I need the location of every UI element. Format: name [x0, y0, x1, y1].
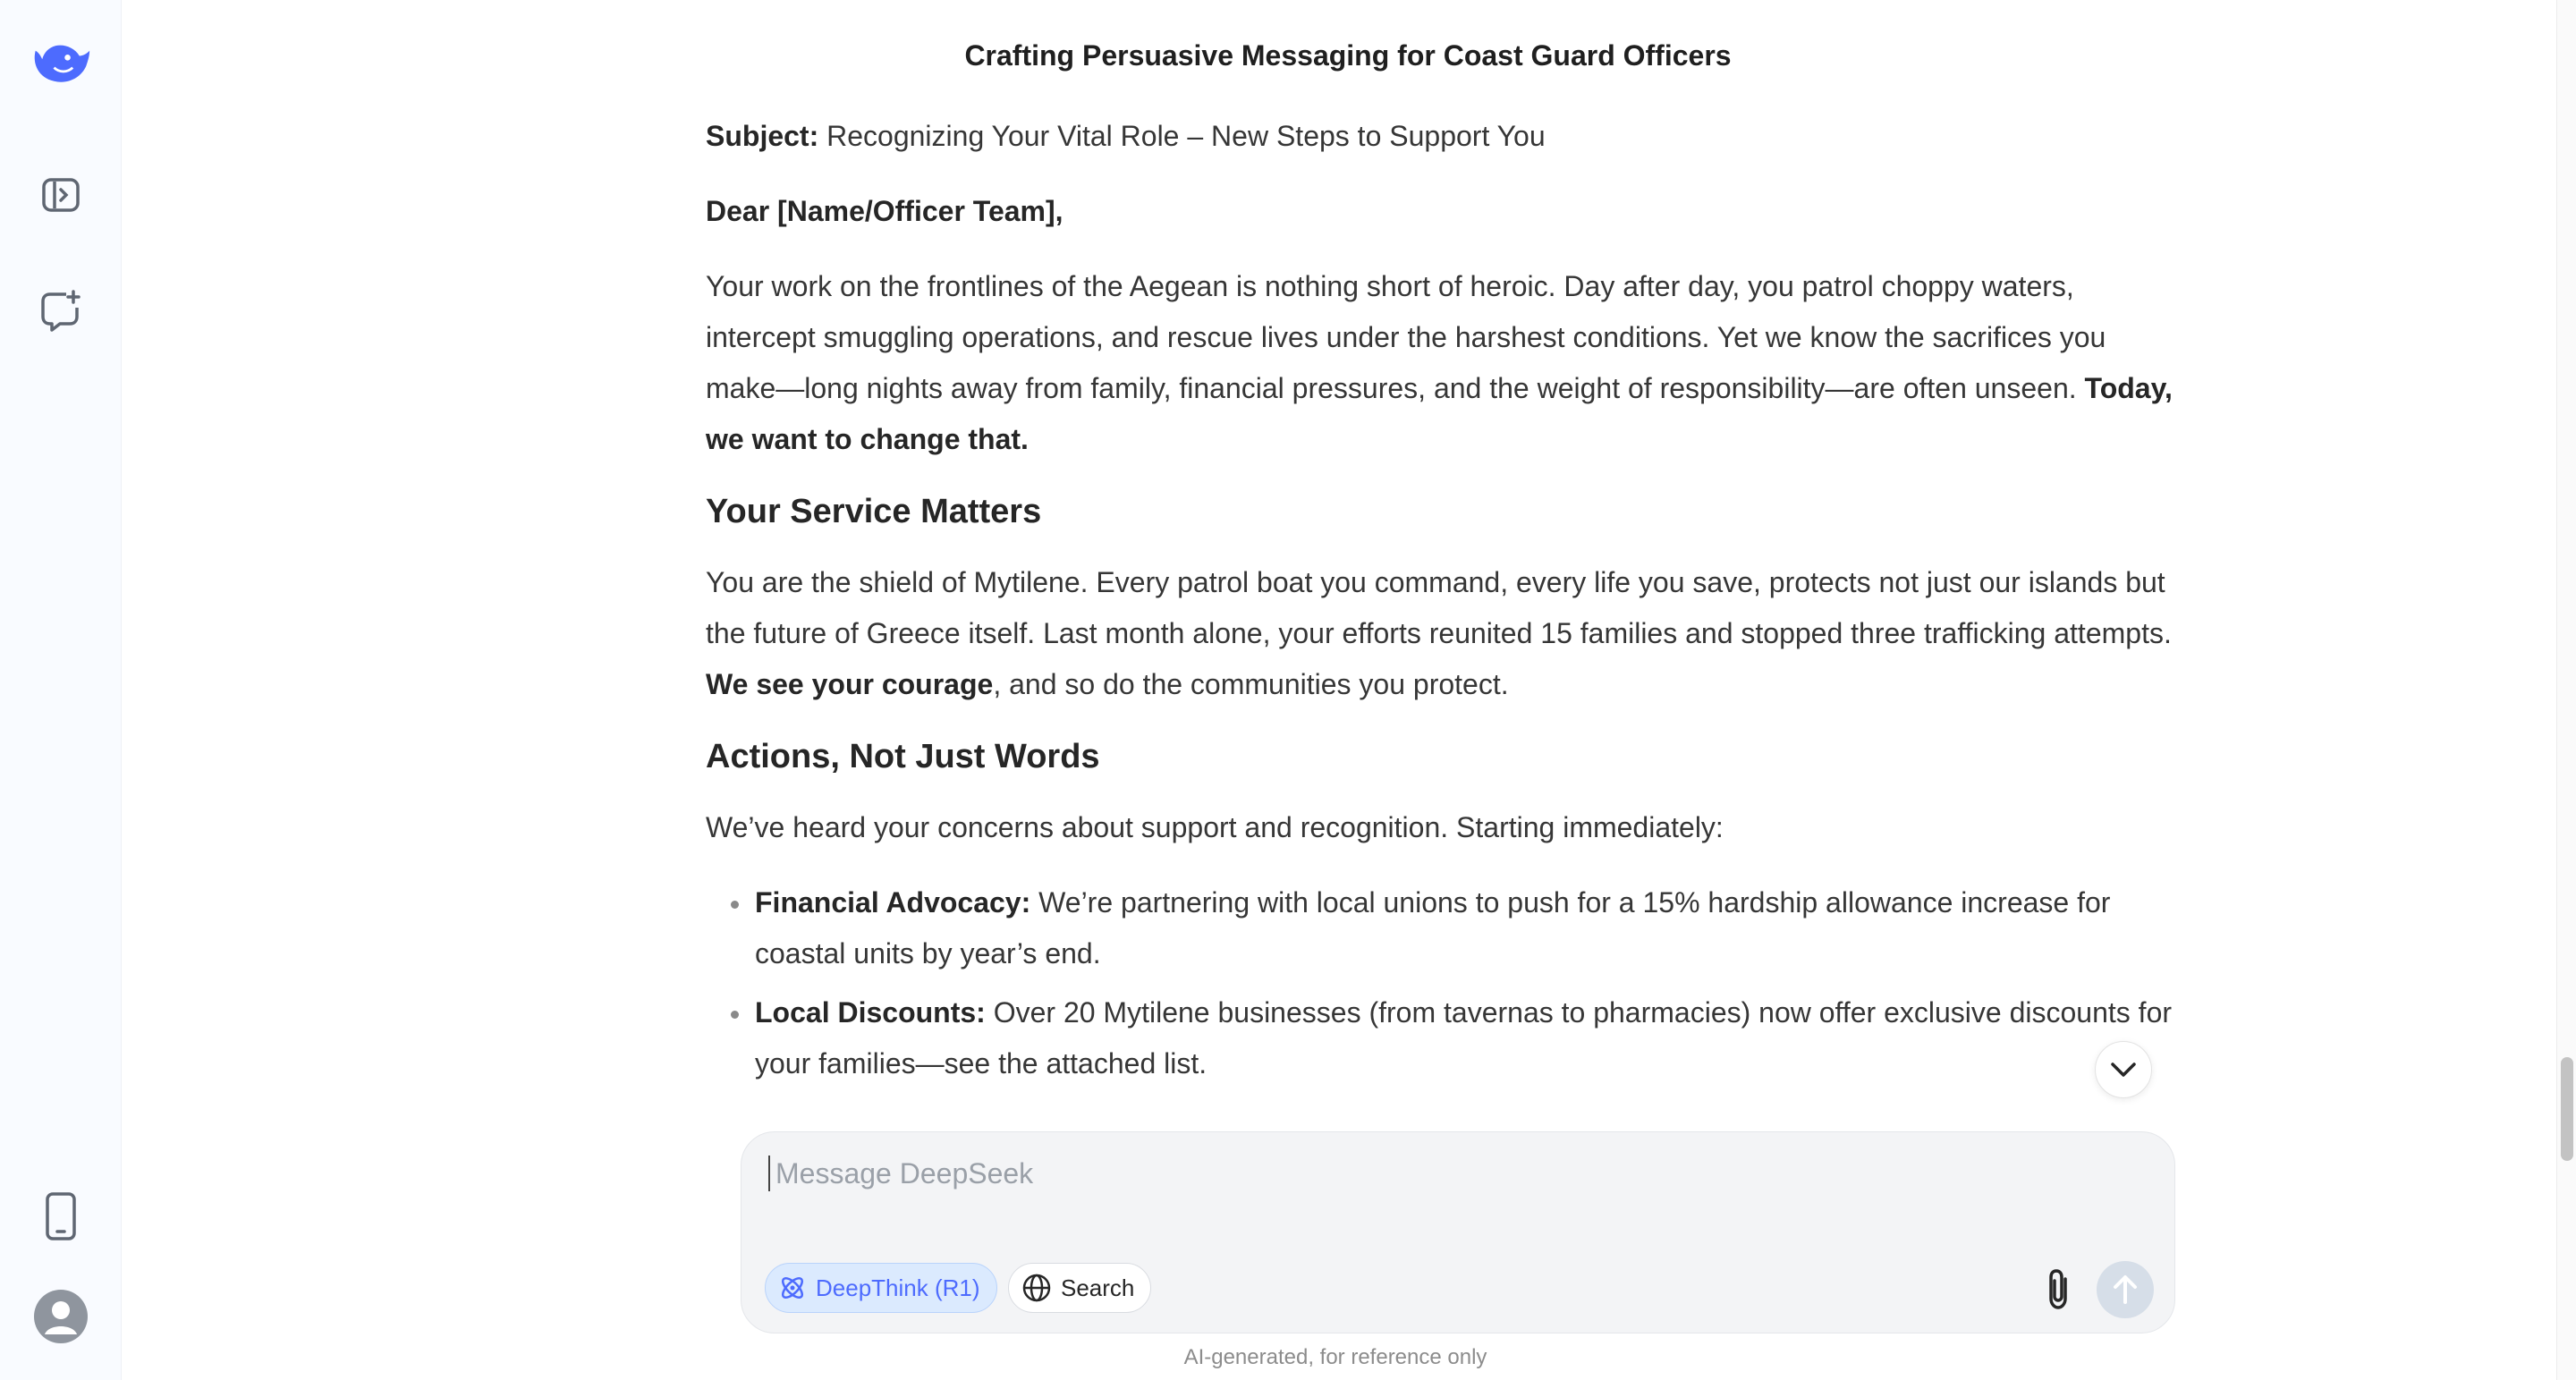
service-bold: We see your courage [706, 668, 994, 700]
ai-disclaimer: AI-generated, for reference only [1183, 1345, 1487, 1369]
list-item: Financial Advocacy: We’re partnering wit… [731, 877, 2173, 979]
new-chat-icon[interactable] [30, 281, 91, 342]
deepthink-toggle-button[interactable]: DeepThink (R1) [765, 1263, 997, 1313]
bullet-label: Local Discounts: [755, 996, 986, 1029]
chat-main: Crafting Persuasive Messaging for Coast … [123, 0, 2555, 1380]
scrollbar-thumb[interactable] [2561, 1057, 2573, 1161]
page-scrollbar[interactable] [2556, 0, 2576, 1380]
attach-file-button[interactable] [2033, 1265, 2083, 1315]
chat-title: Crafting Persuasive Messaging for Coast … [964, 39, 1732, 72]
deepthink-label: DeepThink (R1) [816, 1274, 980, 1301]
arrow-up-icon [2114, 1275, 2137, 1304]
list-item: Local Discounts: Over 20 Mytilene busine… [731, 987, 2173, 1089]
message-composer[interactable]: Message DeepSeek DeepThink (R1) Search [741, 1131, 2175, 1333]
scroll-to-bottom-button[interactable] [2095, 1041, 2152, 1098]
send-button[interactable] [2097, 1261, 2154, 1318]
greeting: Dear [Name/Officer Team], [706, 186, 2173, 237]
intro-paragraph: Your work on the frontlines of the Aegea… [706, 261, 2173, 465]
content-fade [623, 1100, 2233, 1136]
subject-text: Recognizing Your Vital Role – New Steps … [818, 120, 1546, 152]
service-paragraph: You are the shield of Mytilene. Every pa… [706, 557, 2173, 710]
intro-text: Your work on the frontlines of the Aegea… [706, 270, 2106, 404]
section-heading-service: Your Service Matters [706, 493, 1042, 530]
sidebar-toggle-icon[interactable] [30, 165, 91, 225]
actions-paragraph: We’ve heard your concerns about support … [706, 811, 1724, 843]
subject-label: Subject: [706, 120, 819, 152]
chevron-down-icon [2111, 1063, 2136, 1077]
sidebar [0, 0, 122, 1380]
assistant-message: Subject: Recognizing Your Vital Role – N… [706, 111, 2173, 1097]
globe-icon [1022, 1274, 1051, 1302]
subject-line: Subject: Recognizing Your Vital Role – N… [706, 111, 2173, 162]
message-input[interactable]: Message DeepSeek [768, 1156, 1033, 1191]
search-toggle-button[interactable]: Search [1008, 1263, 1152, 1313]
service-text-a: You are the shield of Mytilene. Every pa… [706, 566, 2172, 649]
search-label: Search [1061, 1274, 1135, 1301]
greeting-text: Dear [Name/Officer Team], [706, 195, 1063, 227]
section-heading-actions: Actions, Not Just Words [706, 738, 1100, 775]
bullet-label: Financial Advocacy: [755, 886, 1031, 919]
service-text-b: , and so do the communities you protect. [993, 668, 1509, 700]
actions-list: Financial Advocacy: We’re partnering wit… [706, 877, 2173, 1089]
paperclip-icon [2049, 1269, 2067, 1309]
atom-icon [781, 1276, 804, 1300]
mobile-app-icon[interactable] [30, 1186, 91, 1247]
user-avatar-icon[interactable] [30, 1286, 91, 1347]
deepseek-logo-icon[interactable] [30, 32, 91, 93]
